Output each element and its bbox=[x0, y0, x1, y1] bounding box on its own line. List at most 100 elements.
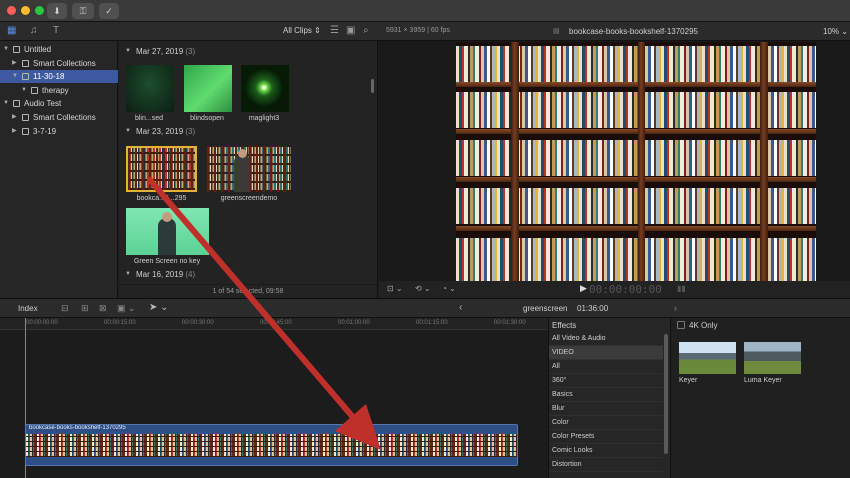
effects-category[interactable]: Comic Looks bbox=[549, 444, 663, 458]
library-item[interactable]: ▶ 3-7-19 bbox=[0, 125, 118, 138]
photos-audio-icon[interactable]: ♫ bbox=[30, 25, 38, 36]
minimize-window-button[interactable] bbox=[21, 6, 30, 15]
event-icon bbox=[22, 73, 29, 81]
date-group-count: (3) bbox=[185, 127, 196, 136]
library-item[interactable]: ▼ therapy bbox=[0, 84, 118, 97]
overwrite-clip-icon[interactable]: ▣ ⌄ bbox=[117, 303, 136, 314]
libraries-sidebar: ▼ Untitled ▶ Smart Collections ▼ 11-30-18 ▼ the… bbox=[0, 41, 118, 298]
date-group-header[interactable]: ▼ Mar 27, 2019 (3) bbox=[119, 45, 369, 58]
clip-appearance-icon[interactable]: ▣ bbox=[346, 25, 355, 36]
library-item-label: Smart Collections bbox=[33, 113, 96, 122]
effect-thumbnail-luma-keyer[interactable] bbox=[744, 342, 801, 374]
insert-clip-icon[interactable]: ⊞ bbox=[81, 303, 89, 314]
library-item[interactable]: ▶ Smart Collections bbox=[0, 111, 118, 124]
project-name: greenscreen bbox=[523, 304, 568, 313]
4k-only-checkbox[interactable] bbox=[677, 321, 685, 329]
effect-thumbnail-keyer[interactable] bbox=[679, 342, 736, 374]
effects-browser: Effects All Video & Audio VIDEO All 360° Bas… bbox=[548, 318, 670, 478]
append-clip-icon[interactable]: ⊠ bbox=[99, 303, 107, 314]
play-icon[interactable]: ▶ bbox=[580, 283, 587, 294]
effects-category[interactable]: All Video & Audio bbox=[549, 332, 663, 346]
clips-filter-dropdown[interactable]: All Clips ⇕ bbox=[283, 26, 321, 35]
presenter-figure bbox=[158, 218, 176, 255]
timeline[interactable]: 00:00:00:00 00:00:15:00 00:00:30:00 00:0… bbox=[0, 318, 548, 478]
presenter-figure bbox=[234, 154, 250, 192]
effects-category[interactable]: 360° bbox=[549, 374, 663, 388]
timeline-index-button[interactable]: Index bbox=[18, 304, 38, 313]
library-item[interactable]: ▼ 11-30-18 bbox=[0, 70, 118, 84]
timeline-ruler[interactable]: 00:00:00:00 00:00:15:00 00:00:30:00 00:0… bbox=[0, 318, 548, 330]
ruler-tick: 00:00:30:00 bbox=[182, 320, 214, 326]
clip-label: blindsopen bbox=[190, 115, 224, 122]
clip-thumbnail[interactable] bbox=[184, 65, 232, 112]
disclosure-triangle-icon: ▼ bbox=[125, 128, 131, 134]
browser-status: 1 of 54 selected, 09:58 bbox=[119, 284, 377, 298]
effects-category[interactable]: Color Presets bbox=[549, 430, 663, 444]
viewer-view-options-icon[interactable]: ⊡ ⌄ bbox=[387, 284, 403, 293]
list-view-icon[interactable]: ☰ bbox=[330, 25, 339, 36]
ruler-tick: 00:01:15:00 bbox=[416, 320, 448, 326]
clip-thumbnail[interactable] bbox=[207, 146, 291, 192]
ruler-tick: 00:00:00:00 bbox=[26, 320, 58, 326]
browser-scrollbar[interactable] bbox=[371, 79, 374, 93]
effects-category[interactable]: Blur bbox=[549, 402, 663, 416]
timeline-clip-filmstrip bbox=[26, 434, 517, 457]
timeline-clip[interactable]: bookcase-books-bookshelf-1370295 bbox=[25, 424, 518, 466]
clip-label: greenscreendemo bbox=[220, 195, 278, 202]
event-browser: ▼ Mar 27, 2019 (3) blin...sed blindsopen… bbox=[119, 41, 378, 298]
effects-scrollbar[interactable] bbox=[664, 334, 668, 454]
date-group-label: Mar 23, 2019 bbox=[136, 127, 184, 136]
disclosure-triangle-icon[interactable]: ▼ bbox=[3, 43, 9, 56]
timeline-clip-title: bookcase-books-bookshelf-1370295 bbox=[29, 425, 126, 431]
clip-thumbnail[interactable] bbox=[126, 65, 174, 112]
disclosure-triangle-icon[interactable]: ▶ bbox=[12, 111, 17, 124]
disclosure-triangle-icon[interactable]: ▼ bbox=[3, 97, 9, 110]
clip-thumbnail[interactable] bbox=[241, 65, 289, 112]
disclosure-triangle-icon: ▼ bbox=[125, 48, 131, 54]
disclosure-triangle-icon: ▼ bbox=[125, 271, 131, 277]
shelf-post bbox=[760, 42, 768, 281]
library-item[interactable]: ▶ Smart Collections bbox=[0, 57, 118, 70]
effects-category[interactable]: VIDEO bbox=[549, 346, 663, 360]
background-tasks-button[interactable]: ✓ bbox=[99, 3, 119, 19]
viewer-controls: ⊡ ⌄ ⟲ ⌄ ◔ ⌄ ▶ 00:00:00:00 ▮▮ bbox=[379, 281, 850, 298]
presenter-head bbox=[238, 149, 247, 158]
download-icon: ⬇ bbox=[53, 6, 61, 16]
disclosure-triangle-icon[interactable]: ▼ bbox=[12, 70, 18, 83]
clip-thumbnail[interactable] bbox=[126, 208, 209, 255]
library-item[interactable]: ▼ Untitled bbox=[0, 43, 118, 56]
search-icon[interactable]: ⌕ bbox=[363, 25, 369, 36]
zoom-dropdown[interactable]: 10% ⌄ bbox=[823, 27, 848, 36]
titles-generators-icon[interactable]: T bbox=[53, 25, 59, 36]
presenter-head bbox=[162, 212, 172, 222]
keywords-button[interactable]: ⚿ bbox=[72, 3, 94, 19]
timeline-header: Index ⊟ ⊞ ⊠ ▣ ⌄ ➤ ⌄ ‹ greenscreen 01:36:… bbox=[0, 298, 850, 318]
zoom-window-button[interactable] bbox=[35, 6, 44, 15]
disclosure-triangle-icon[interactable]: ▶ bbox=[12, 125, 17, 138]
library-item-label: 3-7-19 bbox=[33, 126, 57, 136]
library-item[interactable]: ▼ Audio Test bbox=[0, 97, 118, 110]
effects-category[interactable]: All bbox=[549, 360, 663, 374]
enhancement-icon[interactable]: ◔ ⌄ bbox=[442, 284, 456, 293]
effects-category[interactable]: Distortion bbox=[549, 458, 663, 472]
date-group-header[interactable]: ▼ Mar 23, 2019 (3) bbox=[119, 125, 369, 138]
import-button[interactable]: ⬇ bbox=[47, 3, 67, 19]
library-item-label: Smart Collections bbox=[33, 58, 96, 68]
clip-thumbnail-selected[interactable] bbox=[126, 146, 197, 192]
disclosure-triangle-icon[interactable]: ▶ bbox=[12, 57, 17, 70]
select-tool-icon[interactable]: ➤ ⌄ bbox=[149, 302, 169, 313]
effects-category[interactable]: Color bbox=[549, 416, 663, 430]
effects-category[interactable]: Basics bbox=[549, 388, 663, 402]
date-group-header[interactable]: ▼ Mar 16, 2019 (4) bbox=[119, 268, 369, 281]
clips-filter-label: All Clips bbox=[283, 26, 312, 35]
effect-label: Keyer bbox=[679, 377, 698, 384]
library-item-label: 11-30-18 bbox=[33, 72, 65, 82]
libraries-icon[interactable]: ▦ bbox=[7, 25, 16, 36]
transform-tools-icon[interactable]: ⟲ ⌄ bbox=[415, 284, 431, 293]
disclosure-triangle-icon[interactable]: ▼ bbox=[21, 84, 27, 97]
library-item-label: Audio Test bbox=[24, 99, 62, 109]
close-window-button[interactable] bbox=[7, 6, 16, 15]
back-arrow-icon[interactable]: ‹ bbox=[459, 302, 462, 313]
connect-clip-icon[interactable]: ⊟ bbox=[61, 303, 69, 314]
forward-arrow-icon[interactable]: › bbox=[674, 303, 677, 313]
